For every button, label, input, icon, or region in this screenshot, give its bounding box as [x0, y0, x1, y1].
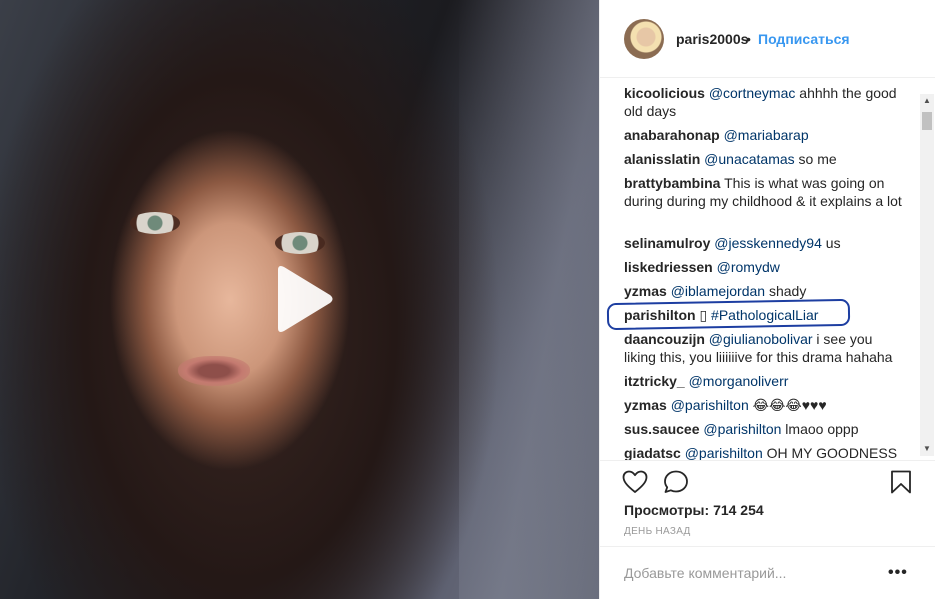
comment-item: sus.saucee @parishilton lmaoo oppp [624, 420, 904, 438]
more-options-icon[interactable]: ••• [888, 564, 908, 582]
comment-item: itztricky_ @morganoliverr [624, 372, 904, 390]
comments-list[interactable]: kicoolicious @cortneymac ahhhh the good … [600, 78, 935, 460]
comment-author[interactable]: brattybambina [624, 175, 720, 191]
comment-text: lmaoo oppp [781, 421, 859, 437]
scroll-up-arrow-icon[interactable]: ▲ [920, 94, 934, 108]
post-timestamp[interactable]: ДЕНЬ НАЗАД [624, 526, 691, 537]
comment-mention[interactable]: @morganoliverr [689, 373, 789, 389]
avatar[interactable] [624, 19, 664, 59]
comment-item: kicoolicious @cortneymac ahhhh the good … [624, 84, 904, 120]
author-username[interactable]: paris2000s [676, 31, 748, 47]
comment-item: yzmas @iblamejordan shady [624, 282, 904, 300]
comment-text: OH MY GOODNESS [762, 445, 898, 460]
comment-item: daancouzijn @giulianobolivar i see you l… [624, 330, 904, 366]
views-value: 714 254 [713, 502, 764, 518]
views-count: Просмотры: 714 254 [624, 502, 764, 518]
video-player[interactable] [0, 0, 599, 599]
comment-author[interactable]: liskedriessen [624, 259, 713, 275]
like-button[interactable] [622, 470, 648, 499]
comment-item: brattybambina This is what was going on … [624, 174, 904, 210]
comment-mention[interactable]: @jesskennedy94 [714, 235, 822, 251]
comment-author[interactable]: alanisslatin [624, 151, 700, 167]
comment-author[interactable]: kicoolicious [624, 85, 705, 101]
comment-mention[interactable]: @mariabarap [724, 127, 809, 143]
comment-item: parishilton ▯ #PathologicalLiar [624, 306, 904, 324]
scroll-thumb[interactable] [922, 112, 932, 130]
add-comment-bar: ••• [600, 546, 935, 599]
comment-text: shady [765, 283, 807, 299]
comment-author[interactable]: selinamulroy [624, 235, 710, 251]
comments-scrollbar[interactable]: ▲ ▼ [920, 94, 934, 456]
video-frame-eye [130, 212, 180, 234]
comment-mention[interactable]: @parishilton [685, 445, 763, 460]
comment-text: 😂😂😂♥♥♥ [748, 397, 827, 413]
comment-mention[interactable]: @parishilton [703, 421, 781, 437]
comment-item: yzmas @parishilton 😂😂😂♥♥♥ [624, 396, 904, 414]
comment-mention[interactable]: @parishilton [671, 397, 749, 413]
comment-author[interactable]: giadatsc [624, 445, 681, 460]
video-frame-mouth [178, 356, 250, 386]
comment-item: liskedriessen @romydw [624, 258, 904, 276]
save-button[interactable] [890, 470, 912, 499]
comment-author[interactable]: itztricky_ [624, 373, 685, 389]
comment-item: selinamulroy @jesskennedy94 us [624, 234, 904, 252]
action-bar [600, 460, 935, 500]
scroll-down-arrow-icon[interactable]: ▼ [920, 442, 934, 456]
header-separator: • [746, 31, 751, 47]
play-button[interactable] [264, 262, 336, 336]
bookmark-icon [891, 470, 911, 494]
video-frame-eye [275, 232, 325, 254]
emoji-placeholder: ▯ [695, 307, 712, 323]
comment-author[interactable]: yzmas [624, 397, 667, 413]
comment-button[interactable] [663, 470, 689, 499]
heart-icon [622, 470, 648, 493]
comment-author[interactable]: parishilton [624, 307, 696, 323]
comment-mention[interactable]: @romydw [717, 259, 780, 275]
follow-button[interactable]: Подписаться [758, 31, 850, 47]
comment-item: alanisslatin @unacatamas so me [624, 150, 904, 168]
post-sidebar: paris2000s • Подписаться kicoolicious @c… [599, 0, 935, 599]
views-label: Просмотры: [624, 502, 710, 518]
comment-author[interactable]: sus.saucee [624, 421, 700, 437]
comment-input[interactable] [624, 564, 874, 582]
comment-author[interactable]: anabarahonap [624, 127, 720, 143]
comment-mention[interactable]: @unacatamas [704, 151, 794, 167]
comment-text: so me [794, 151, 837, 167]
play-icon [278, 266, 333, 332]
comment-mention[interactable]: @giulianobolivar [709, 331, 813, 347]
post-header: paris2000s • Подписаться [600, 0, 935, 78]
comment-text: us [821, 235, 841, 251]
comment-author[interactable]: yzmas [624, 283, 667, 299]
comment-bubble-icon [664, 470, 688, 493]
car-window-reflection [459, 0, 599, 599]
comment-mention[interactable]: @iblamejordan [671, 283, 765, 299]
comment-mention[interactable]: @cortneymac [709, 85, 796, 101]
comment-item: anabarahonap @mariabarap [624, 126, 904, 144]
comment-hashtag[interactable]: #PathologicalLiar [711, 307, 818, 323]
comment-item: giadatsc @parishilton OH MY GOODNESS [624, 444, 904, 460]
comment-author[interactable]: daancouzijn [624, 331, 705, 347]
